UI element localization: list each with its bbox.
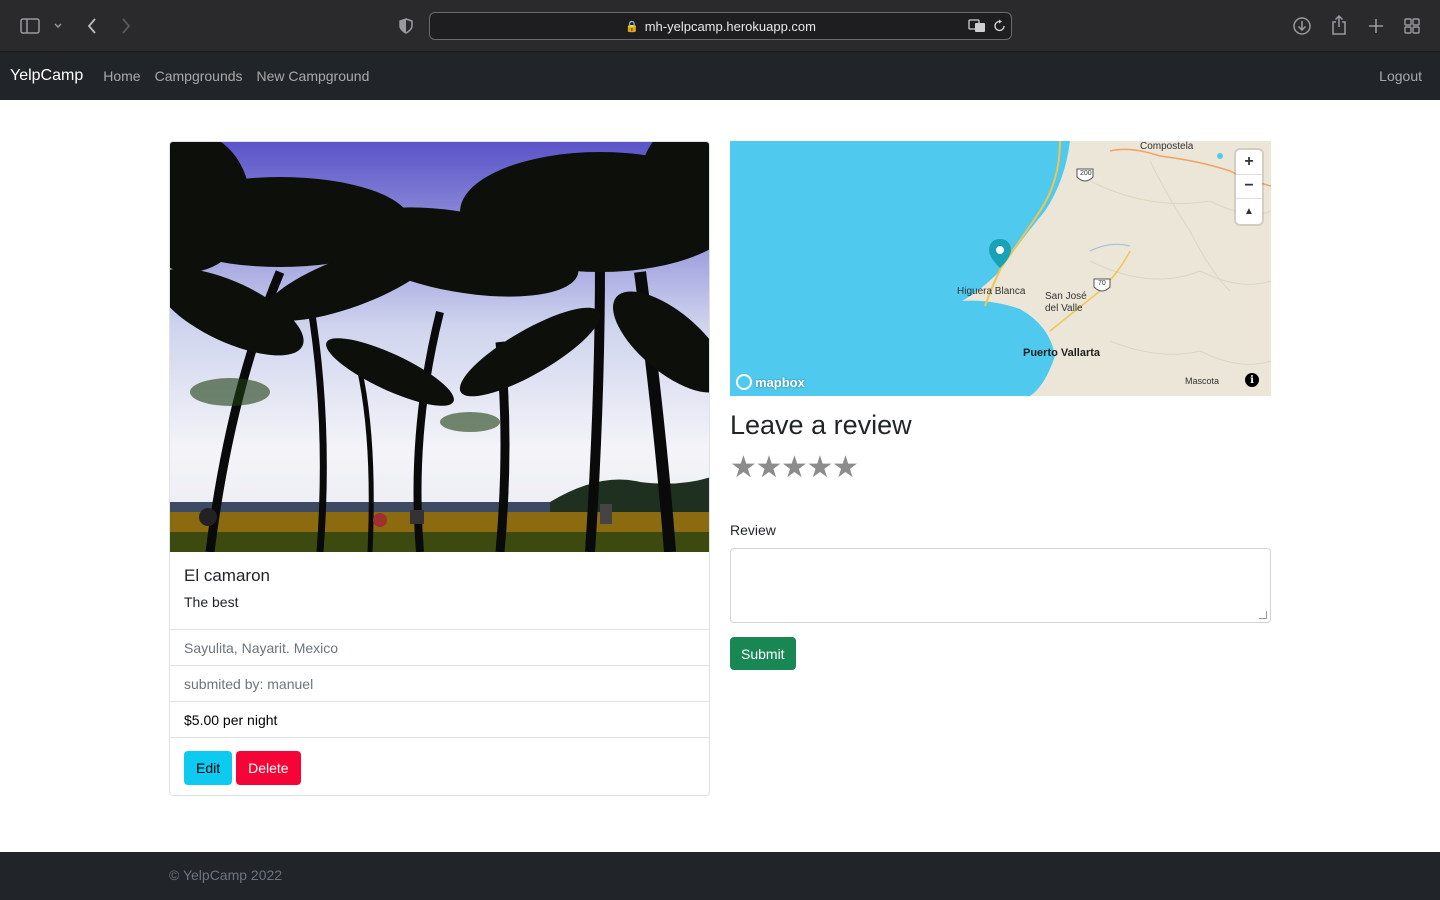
mapbox-icon (736, 374, 752, 390)
sidebar-toggle-icon[interactable] (20, 17, 40, 35)
new-tab-icon[interactable] (1367, 17, 1385, 35)
map-label: Mascota (1185, 376, 1220, 386)
zoom-out-button[interactable]: − (1236, 175, 1262, 200)
nav-campgrounds[interactable]: Campgrounds (155, 68, 243, 84)
map-label: Higuera Blanca (957, 286, 1026, 297)
submit-button[interactable]: Submit (730, 637, 796, 670)
download-icon[interactable] (1292, 16, 1312, 36)
campground-location: Sayulita, Nayarit. Mexico (170, 629, 709, 665)
map-label: del Valle (1045, 303, 1083, 314)
star-icon[interactable]: ★ (730, 453, 757, 483)
star-icon[interactable]: ★ (807, 453, 834, 483)
page-footer: © YelpCamp 2022 (0, 852, 1440, 900)
star-icon[interactable]: ★ (781, 453, 808, 483)
highway-label: 200 (1080, 170, 1092, 177)
map-label: Puerto Vallarta (1023, 347, 1101, 359)
app-navbar: YelpCamp Home Campgrounds New Campground… (0, 52, 1440, 100)
share-icon[interactable] (1330, 14, 1348, 36)
reload-icon[interactable] (992, 17, 1008, 35)
translate-icon[interactable] (967, 17, 987, 35)
map-controls: + − ▲ (1236, 150, 1262, 224)
compass-button[interactable]: ▲ (1236, 199, 1262, 224)
forward-icon[interactable] (118, 16, 134, 36)
mapbox-logo[interactable]: mapbox (736, 374, 805, 390)
shield-icon[interactable] (398, 17, 414, 35)
star-icon[interactable]: ★ (756, 453, 783, 483)
nav-new-campground[interactable]: New Campground (257, 68, 370, 84)
review-label: Review (730, 522, 776, 538)
url-text: mh-yelpcamp.herokuapp.com (644, 18, 816, 34)
campground-title: El camaron (184, 566, 270, 585)
highway-label: 70 (1098, 280, 1106, 287)
delete-button[interactable]: Delete (236, 751, 301, 785)
map-label: San José (1045, 291, 1087, 302)
campground-image (170, 142, 709, 552)
campground-author: submited by: manuel (170, 665, 709, 701)
address-bar[interactable]: 🔒 mh-yelpcamp.herokuapp.com (429, 12, 1012, 40)
chevron-down-icon[interactable] (52, 19, 64, 33)
lock-icon: 🔒 (625, 20, 639, 33)
review-textarea[interactable] (730, 548, 1271, 623)
footer-copyright: © YelpCamp 2022 (169, 867, 283, 883)
campground-map[interactable]: Compostela 200 70 Higuera Blanca San Jos… (730, 141, 1271, 396)
campground-price: $5.00 per night (170, 701, 709, 737)
edit-button[interactable]: Edit (184, 751, 233, 785)
browser-toolbar: 🔒 mh-yelpcamp.herokuapp.com (0, 0, 1440, 52)
info-icon[interactable]: i (1245, 373, 1259, 387)
campground-description: The best (184, 594, 239, 610)
star-icon[interactable]: ★ (832, 453, 859, 483)
map-label: Compostela (1140, 141, 1194, 152)
zoom-in-button[interactable]: + (1236, 150, 1262, 175)
review-heading: Leave a review (730, 410, 912, 440)
nav-home[interactable]: Home (103, 68, 140, 84)
tab-overview-icon[interactable] (1403, 17, 1421, 35)
back-icon[interactable] (84, 16, 100, 36)
star-rating[interactable]: ★ ★ ★ ★ ★ (730, 453, 859, 483)
nav-logout[interactable]: Logout (1379, 68, 1422, 84)
brand-logo[interactable]: YelpCamp (10, 67, 83, 85)
campground-card: El camaron The best Sayulita, Nayarit. M… (169, 141, 710, 796)
